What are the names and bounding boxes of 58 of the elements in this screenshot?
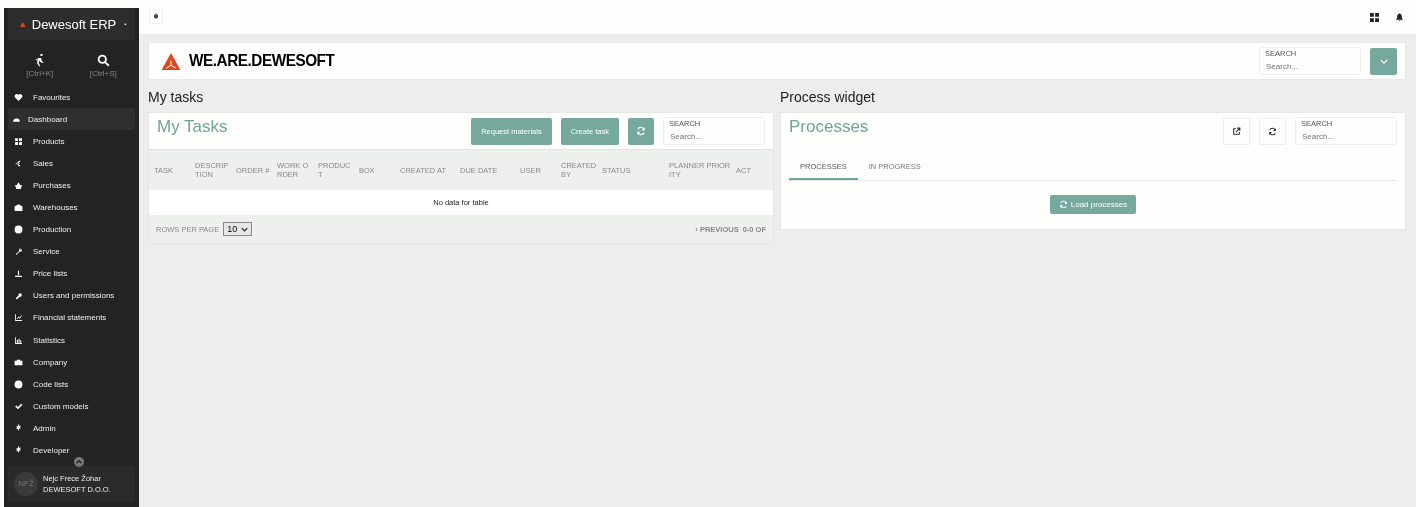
sidebar-item[interactable]: Users and permissions xyxy=(8,284,135,307)
dropdown-button[interactable] xyxy=(1370,47,1397,75)
menu-icon xyxy=(14,203,23,212)
quick-action-button[interactable]: [Ctrl+K] xyxy=(26,54,54,78)
sidebar-item[interactable]: Financial statements xyxy=(8,306,135,330)
menu-icon xyxy=(14,247,23,257)
sidebar-item[interactable]: Purchases xyxy=(8,174,135,197)
sidebar-item[interactable]: Production xyxy=(8,218,135,241)
settings-button[interactable] xyxy=(149,10,163,24)
settings-icon xyxy=(152,13,160,21)
open-external-button[interactable] xyxy=(1223,117,1250,145)
refresh-button[interactable] xyxy=(628,117,654,145)
menu-icon xyxy=(14,379,23,389)
menu-icon xyxy=(14,158,23,168)
sidebar-item[interactable]: Developer xyxy=(8,439,135,462)
sidebar-item[interactable]: Statistics xyxy=(8,329,135,352)
sidebar-item[interactable]: Company xyxy=(8,351,135,374)
refresh-icon xyxy=(636,126,646,136)
menu-icon xyxy=(14,180,23,190)
rows-per-page-select[interactable]: 10 xyxy=(223,222,253,236)
sidebar-item[interactable]: Price lists xyxy=(8,262,135,285)
grid-icon[interactable] xyxy=(1370,12,1379,22)
sidebar-item[interactable]: Code lists xyxy=(8,373,135,396)
chevron-down-icon xyxy=(1379,58,1388,64)
menu-icon xyxy=(14,136,23,146)
refresh-icon xyxy=(1058,200,1068,209)
card-title: My Tasks xyxy=(157,117,228,137)
menu-icon xyxy=(14,269,23,279)
menu-icon xyxy=(14,92,23,102)
card-title: Processes xyxy=(789,117,869,137)
section-heading: My tasks xyxy=(148,89,205,105)
menu-icon xyxy=(14,291,23,301)
brand-name: WE.ARE.DEWESOFT xyxy=(189,51,335,71)
bell-icon[interactable] xyxy=(1395,12,1404,22)
menu-icon xyxy=(14,225,23,235)
sidebar-item[interactable]: Products xyxy=(8,130,135,153)
sidebar-item[interactable]: Favourites xyxy=(8,86,135,109)
app-switcher[interactable]: Dewesoft ERP xyxy=(8,8,135,40)
search-icon xyxy=(96,54,110,67)
menu-icon xyxy=(14,357,23,367)
sidebar-item[interactable]: Custom models xyxy=(8,395,135,418)
section-heading: Process widget xyxy=(780,89,876,105)
search-button[interactable]: [Ctrl+S] xyxy=(89,54,117,78)
sidebar-item[interactable]: Admin xyxy=(8,417,135,440)
sidebar-item[interactable]: Dashboard xyxy=(8,108,135,131)
menu-icon xyxy=(14,335,23,345)
menu-icon xyxy=(14,423,23,433)
external-link-icon xyxy=(1232,126,1241,136)
refresh-icon xyxy=(1268,126,1277,136)
sidebar-item[interactable]: Warehouses xyxy=(8,196,135,219)
chevron-down-icon xyxy=(241,226,249,232)
menu-icon xyxy=(14,313,23,323)
sidebar-item[interactable]: Sales xyxy=(8,152,135,175)
user-avatar: NFŽ xyxy=(14,471,38,496)
menu-icon xyxy=(14,401,23,411)
refresh-button[interactable] xyxy=(1259,117,1286,145)
sidebar-item[interactable]: Service xyxy=(8,240,135,263)
logo-icon xyxy=(161,52,181,70)
